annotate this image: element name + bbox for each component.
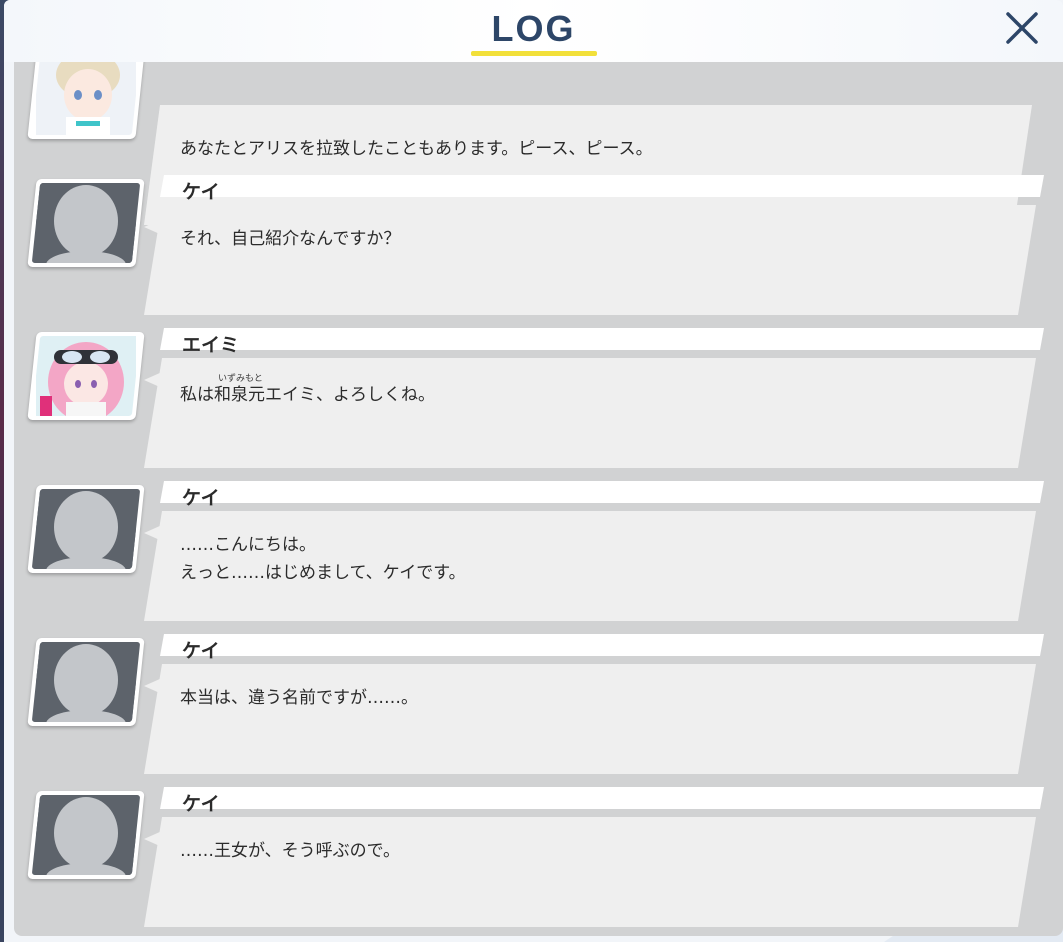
log-list[interactable]: あなたとアリスを拉致したこともあります。ピース、ピース。 ケイ それ、自己紹介な… xyxy=(14,62,1063,936)
log-line: ……王女が、そう呼ぶので。 xyxy=(180,841,400,861)
log-line: 本当は、違う名前ですが……。 xyxy=(180,688,418,708)
log-entry: エイミ いずみもと 私は和泉元エイミ、よろしくね。 xyxy=(14,328,1063,478)
page-title: LOG xyxy=(491,8,576,49)
header-bar: LOG xyxy=(4,0,1063,62)
speaker-name: エイミ xyxy=(182,334,240,356)
silhouette-icon xyxy=(36,795,136,875)
log-line: ……こんにちは。 xyxy=(180,535,316,555)
log-line: それ、自己紹介なんですか？ xyxy=(180,229,401,249)
log-window: LOG あなたとアリスを拉致したこともあります。ピース、ピース。 ケイ それ、自… xyxy=(4,0,1063,942)
title-underline xyxy=(471,51,597,56)
log-entry: ケイ ……こんにちは。 えっと……はじめまして、ケイです。 xyxy=(14,481,1063,631)
speaker-name: ケイ xyxy=(182,640,220,662)
close-button[interactable] xyxy=(1002,8,1042,48)
silhouette-icon xyxy=(36,642,136,722)
log-entry: ケイ 本当は、違う名前ですが……。 xyxy=(14,634,1063,784)
log-line: 私は和泉元エイミ、よろしくね。 xyxy=(180,385,435,405)
speaker-name: ケイ xyxy=(182,793,220,815)
speaker-name: ケイ xyxy=(182,487,220,509)
avatar-silhouette xyxy=(27,485,145,573)
speech-bubble xyxy=(144,787,1044,927)
speech-bubble xyxy=(144,175,1044,315)
speech-bubble xyxy=(144,481,1044,621)
character-portrait-icon xyxy=(36,62,136,135)
speaker-name: ケイ xyxy=(182,181,220,203)
log-entry: あなたとアリスを拉致したこともあります。ピース、ピース。 xyxy=(14,62,1063,225)
avatar-eimi xyxy=(27,332,145,420)
silhouette-icon xyxy=(36,489,136,569)
avatar-silhouette xyxy=(27,638,145,726)
log-entry: ケイ それ、自己紹介なんですか？ xyxy=(14,175,1063,325)
speech-bubble xyxy=(144,634,1044,774)
character-portrait-icon xyxy=(36,336,136,416)
avatar-silhouette xyxy=(27,791,145,879)
log-entry: ケイ ……王女が、そう呼ぶので。 xyxy=(14,787,1063,936)
silhouette-icon xyxy=(36,183,136,263)
avatar-silhouette xyxy=(27,179,145,267)
log-line: えっと……はじめまして、ケイです。 xyxy=(180,563,466,583)
avatar-arisu xyxy=(27,62,145,139)
log-line: あなたとアリスを拉致したこともあります。ピース、ピース。 xyxy=(180,139,653,159)
close-icon[interactable] xyxy=(1002,8,1042,48)
